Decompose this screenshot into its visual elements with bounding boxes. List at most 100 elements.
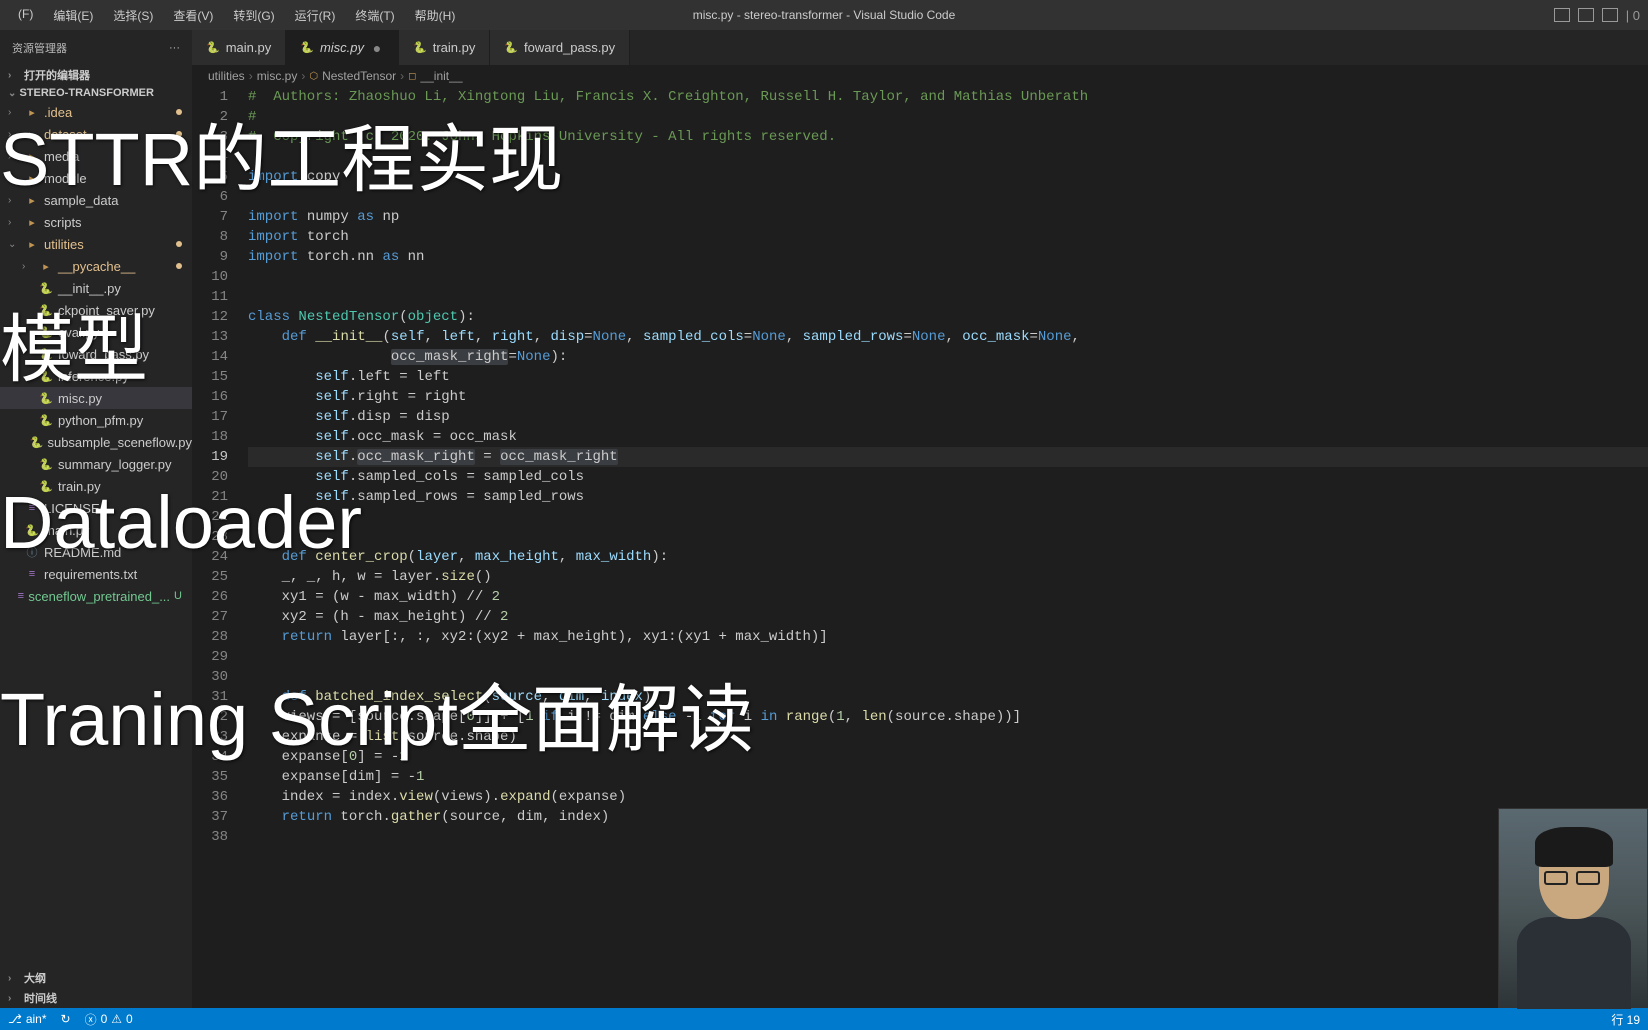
code-line[interactable]: xy1 = (w - max_width) // 2 (248, 587, 1648, 607)
code-line[interactable]: # Authors: Zhaoshuo Li, Xingtong Liu, Fr… (248, 87, 1648, 107)
code-line[interactable]: xy2 = (h - max_height) // 2 (248, 607, 1648, 627)
tree-item-inference.py[interactable]: 🐍inference.py (0, 365, 192, 387)
menu-查看(V)[interactable]: 查看(V) (163, 3, 223, 28)
layout-icon-2[interactable] (1578, 8, 1594, 22)
code-line[interactable]: class NestedTensor(object): (248, 307, 1648, 327)
code-line[interactable]: def __init__(self, left, right, disp=Non… (248, 327, 1648, 347)
layout-icon-4[interactable]: | 0 (1626, 8, 1640, 23)
git-branch[interactable]: ⎇ ain* (8, 1012, 47, 1026)
code-line[interactable] (248, 287, 1648, 307)
menu-(F)[interactable]: (F) (8, 3, 43, 28)
breadcrumb-item[interactable]: __init__ (420, 69, 462, 83)
problems[interactable]: ⓧ 0 ⚠ 0 (85, 1011, 133, 1028)
file-tree: ›▸.idea›▸dataset›▸media›▸module›▸sample_… (0, 101, 192, 968)
tree-item-python_pfm.py[interactable]: 🐍python_pfm.py (0, 409, 192, 431)
tree-item-dataset[interactable]: ›▸dataset (0, 123, 192, 145)
code-content[interactable]: # Authors: Zhaoshuo Li, Xingtong Liu, Fr… (248, 87, 1648, 1008)
code-line[interactable]: import torch.nn as nn (248, 247, 1648, 267)
code-line[interactable]: self.occ_mask = occ_mask (248, 427, 1648, 447)
tree-item-module[interactable]: ›▸module (0, 167, 192, 189)
breadcrumb-item[interactable]: utilities (208, 69, 245, 83)
menu-编辑(E)[interactable]: 编辑(E) (43, 3, 103, 28)
code-line[interactable]: self.occ_mask_right = occ_mask_right (248, 447, 1648, 467)
tree-item-README.md[interactable]: ⓘREADME.md (0, 541, 192, 563)
open-editors-section[interactable]: › 打开的编辑器 (0, 65, 192, 85)
tree-item-subsample_sceneflow.py[interactable]: 🐍subsample_sceneflow.py (0, 431, 192, 453)
tree-item-scripts[interactable]: ›▸scripts (0, 211, 192, 233)
breadcrumb-item[interactable]: misc.py (257, 69, 298, 83)
tab-foward_pass.py[interactable]: 🐍foward_pass.py (490, 30, 630, 65)
tab-misc.py[interactable]: 🐍misc.py● (286, 30, 399, 65)
tree-item-media[interactable]: ›▸media (0, 145, 192, 167)
code-line[interactable]: self.left = left (248, 367, 1648, 387)
code-line[interactable]: self.right = right (248, 387, 1648, 407)
code-line[interactable] (248, 527, 1648, 547)
code-line[interactable]: import copy (248, 167, 1648, 187)
tab-main.py[interactable]: 🐍main.py (192, 30, 286, 65)
timeline-section[interactable]: › 时间线 (0, 988, 192, 1008)
code-line[interactable] (248, 267, 1648, 287)
tab-train.py[interactable]: 🐍train.py (399, 30, 490, 65)
tree-item-LICENSE[interactable]: ≡LICENSE (0, 497, 192, 519)
code-line[interactable]: expanse[dim] = -1 (248, 767, 1648, 787)
code-line[interactable]: def batched_index_select(source, dim, in… (248, 687, 1648, 707)
status-badge: U (174, 590, 182, 602)
menu-转到(G)[interactable]: 转到(G) (223, 3, 284, 28)
tree-item-__init__.py[interactable]: 🐍__init__.py (0, 277, 192, 299)
tree-item-foward_pass.py[interactable]: 🐍foward_pass.py (0, 343, 192, 365)
code-line[interactable]: _, _, h, w = layer.size() (248, 567, 1648, 587)
code-line[interactable]: # Copyright (c) 2020. Johns Hopkins Univ… (248, 127, 1648, 147)
code-line[interactable]: occ_mask_right=None): (248, 347, 1648, 367)
tree-item-utilities[interactable]: ⌄▸utilities (0, 233, 192, 255)
code-line[interactable]: import torch (248, 227, 1648, 247)
tree-item-summary_logger.py[interactable]: 🐍summary_logger.py (0, 453, 192, 475)
code-line[interactable]: return layer[:, :, xy2:(xy2 + max_height… (248, 627, 1648, 647)
tree-item-.idea[interactable]: ›▸.idea (0, 101, 192, 123)
tree-item-__pycache__[interactable]: ›▸__pycache__ (0, 255, 192, 277)
editor[interactable]: 1234567891011121314151617181920212223242… (192, 87, 1648, 1008)
tree-item-requirements.txt[interactable]: ≡requirements.txt (0, 563, 192, 585)
code-line[interactable]: views = [source.shape[0]] + [1 if i != d… (248, 707, 1648, 727)
code-line[interactable]: self.sampled_rows = sampled_rows (248, 487, 1648, 507)
layout-icon-3[interactable] (1602, 8, 1618, 22)
chevron-icon: › (8, 107, 20, 118)
code-line[interactable]: self.disp = disp (248, 407, 1648, 427)
code-line[interactable]: self.sampled_cols = sampled_cols (248, 467, 1648, 487)
code-line[interactable]: import numpy as np (248, 207, 1648, 227)
tree-item-sceneflow_pretrained_...[interactable]: ≡sceneflow_pretrained_...U (0, 585, 192, 607)
code-line[interactable] (248, 647, 1648, 667)
tree-item-misc.py[interactable]: 🐍misc.py (0, 387, 192, 409)
tree-item-eval.py[interactable]: 🐍eval.py (0, 321, 192, 343)
code-line[interactable]: def center_crop(layer, max_height, max_w… (248, 547, 1648, 567)
code-line[interactable] (248, 147, 1648, 167)
tree-item-main.py[interactable]: 🐍main.py (0, 519, 192, 541)
tree-label: __pycache__ (58, 259, 135, 274)
menu-帮助(H)[interactable]: 帮助(H) (405, 3, 466, 28)
breadcrumb[interactable]: utilities›misc.py›⬡NestedTensor›◻__init_… (192, 65, 1648, 87)
menu-运行(R)[interactable]: 运行(R) (285, 3, 346, 28)
outline-section[interactable]: › 大纲 (0, 968, 192, 988)
code-line[interactable] (248, 667, 1648, 687)
code-line[interactable] (248, 187, 1648, 207)
breadcrumb-item[interactable]: NestedTensor (322, 69, 396, 83)
sync-button[interactable]: ↻ (61, 1012, 71, 1026)
layout-icon-1[interactable] (1554, 8, 1570, 22)
close-icon[interactable]: ● (370, 40, 384, 56)
code-line[interactable] (248, 507, 1648, 527)
tree-item-sample_data[interactable]: ›▸sample_data (0, 189, 192, 211)
menu-选择(S)[interactable]: 选择(S) (103, 3, 163, 28)
cursor-position[interactable]: 行 19 (1611, 1011, 1640, 1028)
more-icon[interactable]: ··· (169, 42, 180, 54)
code-line[interactable]: return torch.gather(source, dim, index) (248, 807, 1648, 827)
code-line[interactable]: # (248, 107, 1648, 127)
code-line[interactable] (248, 827, 1648, 847)
code-line[interactable]: expanse[0] = -1 (248, 747, 1648, 767)
code-line[interactable]: expanse = list(source.shape) (248, 727, 1648, 747)
code-line[interactable]: index = index.view(views).expand(expanse… (248, 787, 1648, 807)
project-section[interactable]: ⌄ STEREO-TRANSFORMER (0, 85, 192, 101)
menu-终端(T)[interactable]: 终端(T) (345, 3, 404, 28)
tree-item-ckpoint_saver.py[interactable]: 🐍ckpoint_saver.py (0, 299, 192, 321)
tree-item-train.py[interactable]: 🐍train.py (0, 475, 192, 497)
tree-label: foward_pass.py (58, 347, 149, 362)
window-title: misc.py - stereo-transformer - Visual St… (693, 8, 956, 22)
